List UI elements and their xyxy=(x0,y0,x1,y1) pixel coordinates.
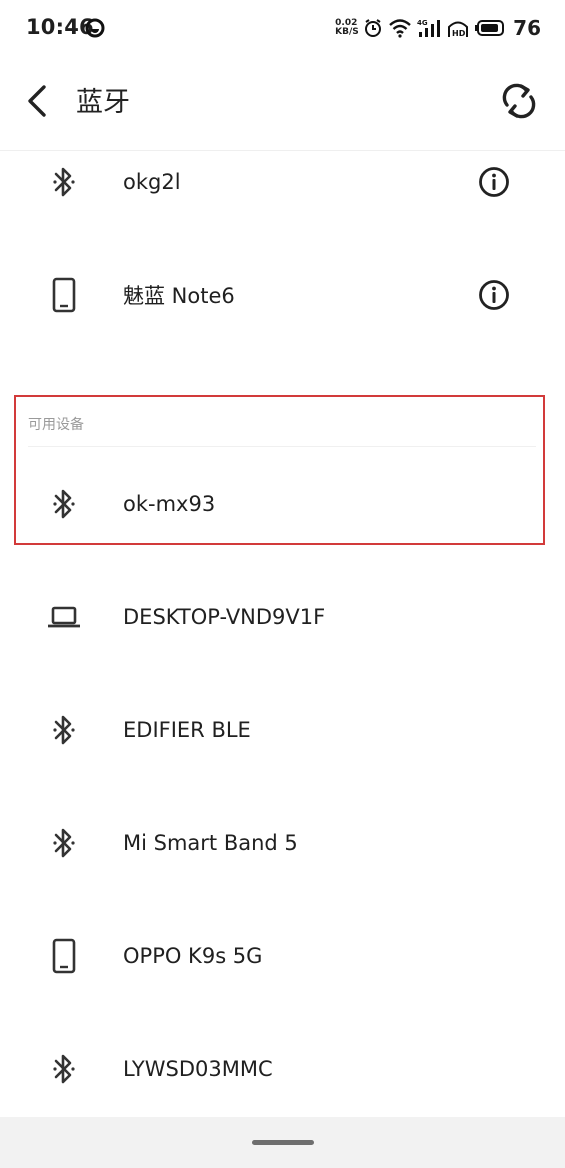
dnd-icon xyxy=(85,18,105,38)
refresh-icon[interactable] xyxy=(501,83,537,119)
bluetooth-icon xyxy=(53,167,75,197)
status-time: 10:46 xyxy=(26,15,94,39)
net-speed: 0.02 KB/S xyxy=(335,18,359,37)
paired-device-row[interactable]: okg2l xyxy=(0,126,565,238)
battery-level: 76 xyxy=(513,16,541,40)
device-name: Mi Smart Band 5 xyxy=(123,831,298,855)
paired-device-row[interactable]: 魅蓝 Note6 xyxy=(0,239,565,351)
device-name: OPPO K9s 5G xyxy=(123,944,263,968)
status-icons: 0.02 KB/S 4G HD 76 xyxy=(335,14,541,42)
svg-text:4G: 4G xyxy=(417,19,428,27)
svg-text:HD: HD xyxy=(452,29,466,38)
device-name: 魅蓝 Note6 xyxy=(123,284,235,308)
available-device-row[interactable]: OPPO K9s 5G xyxy=(0,900,565,1012)
device-name: EDIFIER BLE xyxy=(123,718,251,742)
bluetooth-icon xyxy=(53,715,75,745)
page-title: 蓝牙 xyxy=(76,87,130,118)
highlight-box xyxy=(14,395,545,545)
available-device-row[interactable]: EDIFIER BLE xyxy=(0,674,565,786)
bluetooth-icon xyxy=(53,828,75,858)
device-name: LYWSD03MMC xyxy=(123,1057,273,1081)
laptop-icon xyxy=(48,606,80,628)
battery-icon xyxy=(475,20,505,36)
wifi-icon xyxy=(389,19,411,38)
phone-icon xyxy=(52,938,76,974)
signal-4g-icon: 4G xyxy=(417,19,441,37)
home-gesture-handle[interactable] xyxy=(252,1140,314,1145)
available-device-row[interactable]: Mi Smart Band 5 xyxy=(0,787,565,899)
info-icon[interactable] xyxy=(478,279,510,311)
navigation-bar xyxy=(0,1117,565,1168)
device-name: DESKTOP-VND9V1F xyxy=(123,605,326,629)
hd-icon: HD xyxy=(448,21,469,38)
alarm-icon xyxy=(365,19,382,37)
available-device-row[interactable]: DESKTOP-VND9V1F xyxy=(0,561,565,673)
device-name: okg2l xyxy=(123,170,181,194)
info-icon[interactable] xyxy=(478,166,510,198)
chevron-left-icon[interactable] xyxy=(22,82,58,120)
status-bar: 10:46 0.02 KB/S 4G HD 76 xyxy=(0,0,565,56)
bluetooth-icon xyxy=(53,1054,75,1084)
available-device-row[interactable]: LYWSD03MMC xyxy=(0,1013,565,1125)
phone-icon xyxy=(52,277,76,313)
